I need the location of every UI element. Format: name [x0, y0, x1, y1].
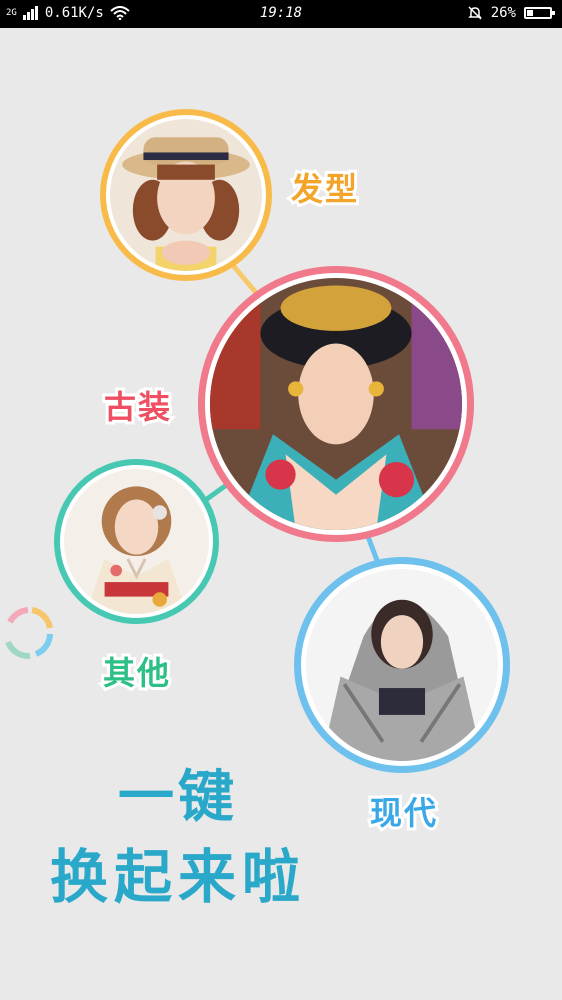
- costume-bubble[interactable]: [198, 266, 474, 542]
- slogan-line-1: 一键: [118, 765, 238, 830]
- slogan-line-2: 换起来啦: [50, 843, 307, 911]
- hairstyle-photo: [110, 119, 262, 271]
- modern-photo: [306, 569, 498, 761]
- other-bubble[interactable]: [54, 459, 219, 624]
- hairstyle-bubble[interactable]: [100, 109, 272, 281]
- other-photo: [64, 469, 209, 614]
- modern-bubble[interactable]: [294, 557, 510, 773]
- loading-spinner-icon: [5, 607, 53, 660]
- other-label[interactable]: 其他: [100, 648, 172, 695]
- modern-label[interactable]: 现代: [367, 788, 439, 835]
- hairstyle-label[interactable]: 发型: [288, 164, 360, 211]
- costume-label[interactable]: 古装: [101, 382, 173, 429]
- costume-photo: [210, 278, 462, 530]
